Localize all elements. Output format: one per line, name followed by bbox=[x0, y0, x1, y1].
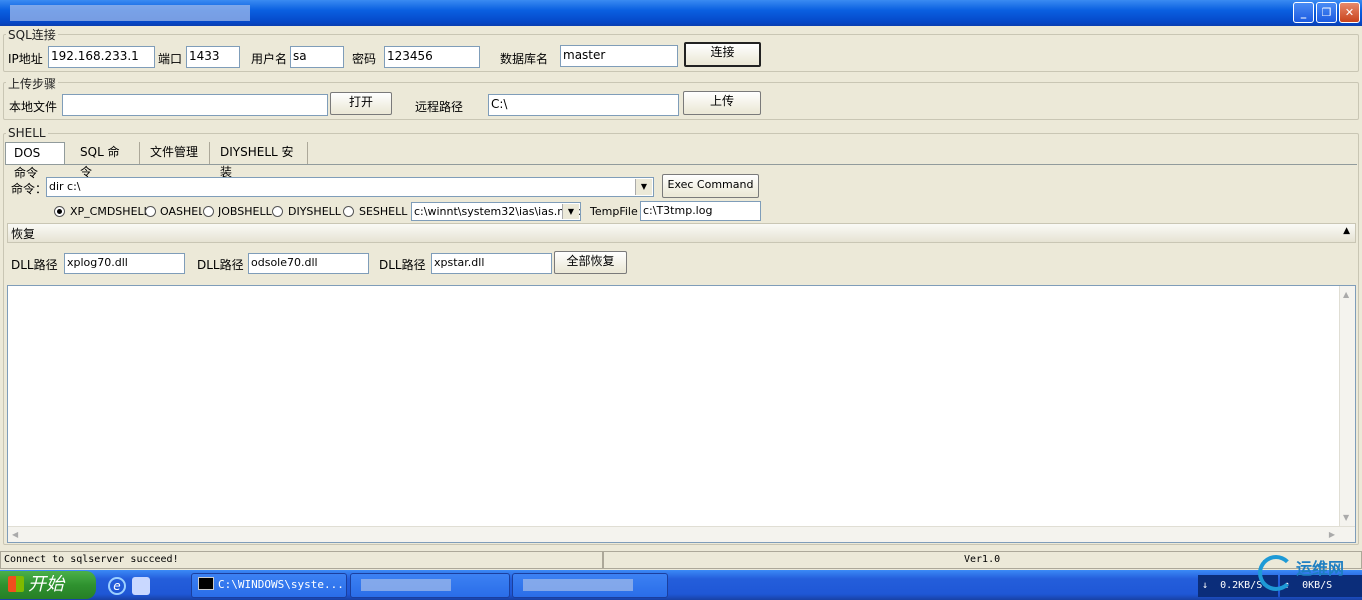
watermark-logo-icon bbox=[1258, 555, 1294, 591]
restore-all-button[interactable]: 全部恢复 bbox=[554, 251, 627, 274]
tab-dos-command[interactable]: DOS 命令 bbox=[5, 142, 65, 180]
close-button[interactable]: ✕ bbox=[1339, 2, 1360, 23]
taskbar-window-2[interactable] bbox=[350, 573, 510, 598]
radio-seshell-label: SESHELL bbox=[359, 205, 408, 218]
dll-path-label-3: DLL路径 bbox=[379, 258, 426, 272]
title-bar: _ ❐ ✕ bbox=[0, 0, 1362, 26]
database-label: 数据库名 bbox=[500, 52, 549, 66]
radio-xp-cmdshell-label: XP_CMDSHELL bbox=[70, 205, 150, 218]
command-label: 命令： bbox=[11, 182, 48, 196]
radio-xp-cmdshell[interactable] bbox=[54, 206, 65, 217]
start-label: 开始 bbox=[28, 574, 64, 595]
tab-divider bbox=[5, 164, 1357, 165]
command-combobox[interactable]: dir c:\ ▼ bbox=[46, 177, 654, 197]
horizontal-scrollbar[interactable]: ◀ ▶ bbox=[8, 526, 1355, 542]
port-label: 端口 bbox=[158, 52, 183, 66]
open-button[interactable]: 打开 bbox=[330, 92, 392, 115]
dll-path-input-1[interactable]: xplog70.dll bbox=[64, 253, 185, 274]
mdb-path-value: c:\winnt\system32\ias\ias.mdb bbox=[414, 205, 581, 218]
tempfile-label: TempFile bbox=[590, 205, 638, 218]
ip-label: IP地址 bbox=[8, 52, 43, 66]
upload-speed-value: 0KB/S bbox=[1302, 580, 1333, 591]
output-textarea[interactable]: ▲ ▼ ◀ ▶ bbox=[7, 285, 1356, 543]
taskbar-window-3[interactable] bbox=[512, 573, 668, 598]
radio-jobshell-label: JOBSHELL bbox=[218, 205, 272, 218]
upload-button[interactable]: 上传 bbox=[683, 91, 761, 115]
radio-seshell[interactable] bbox=[343, 206, 354, 217]
scroll-left-icon[interactable]: ◀ bbox=[12, 530, 18, 539]
exec-command-button[interactable]: Exec Command bbox=[662, 174, 759, 198]
dll-path-input-3[interactable]: xpstar.dll bbox=[431, 253, 552, 274]
radio-oashell-label: OASHELL bbox=[160, 205, 202, 218]
restore-header[interactable]: 恢复 ▲ bbox=[7, 223, 1356, 243]
collapse-arrow-icon[interactable]: ▲ bbox=[1343, 226, 1350, 236]
chevron-down-icon[interactable]: ▼ bbox=[562, 204, 579, 219]
shell-title: SHELL bbox=[6, 126, 48, 140]
scroll-right-icon[interactable]: ▶ bbox=[1329, 530, 1335, 539]
connect-button[interactable]: 连接 bbox=[684, 42, 761, 67]
password-input[interactable]: 123456 bbox=[384, 46, 480, 68]
vertical-scrollbar[interactable]: ▲ ▼ bbox=[1339, 286, 1355, 526]
maximize-button[interactable]: ❐ bbox=[1316, 2, 1337, 23]
radio-diyshell-label: DIYSHELL bbox=[288, 205, 341, 218]
mdb-path-select[interactable]: c:\winnt\system32\ias\ias.mdb ▼ bbox=[411, 202, 581, 221]
password-label: 密码 bbox=[352, 52, 377, 66]
status-version: Ver1.0 bbox=[603, 551, 1362, 569]
windows-logo-icon bbox=[8, 576, 24, 592]
radio-oashell[interactable] bbox=[145, 206, 156, 217]
internet-explorer-icon[interactable]: e bbox=[108, 577, 126, 595]
minimize-button[interactable]: _ bbox=[1293, 2, 1314, 23]
scroll-down-icon[interactable]: ▼ bbox=[1343, 513, 1349, 522]
command-value: dir c:\ bbox=[49, 180, 81, 193]
start-button[interactable]: 开始 bbox=[0, 571, 96, 599]
download-arrow-icon: ↓ bbox=[1202, 580, 1209, 591]
quick-launch-icon[interactable] bbox=[132, 577, 150, 595]
port-input[interactable]: 1433 bbox=[186, 46, 240, 68]
tab-file-manager[interactable]: 文件管理 bbox=[142, 142, 210, 164]
ip-input[interactable]: 192.168.233.1 bbox=[48, 46, 155, 68]
dll-path-input-2[interactable]: odsole70.dll bbox=[248, 253, 369, 274]
tab-sql-command[interactable]: SQL 命令 bbox=[72, 142, 140, 179]
local-file-label: 本地文件 bbox=[9, 100, 58, 114]
scroll-up-icon[interactable]: ▲ bbox=[1343, 290, 1349, 299]
restore-title: 恢复 bbox=[11, 227, 36, 241]
username-label: 用户名 bbox=[251, 52, 288, 66]
taskbar-window-cmd[interactable]: C:\WINDOWS\syste... bbox=[191, 573, 347, 598]
dll-path-label-2: DLL路径 bbox=[197, 258, 244, 272]
database-input[interactable]: master bbox=[560, 45, 678, 67]
tempfile-input[interactable]: c:\T3tmp.log bbox=[640, 201, 761, 221]
taskbar-window-label: C:\WINDOWS\syste... bbox=[218, 578, 344, 591]
chevron-down-icon[interactable]: ▼ bbox=[635, 179, 652, 195]
local-file-input[interactable] bbox=[62, 94, 328, 116]
console-icon bbox=[198, 577, 214, 590]
radio-jobshell[interactable] bbox=[203, 206, 214, 217]
dll-path-label-1: DLL路径 bbox=[11, 258, 58, 272]
sql-connection-title: SQL连接 bbox=[6, 26, 58, 43]
radio-diyshell[interactable] bbox=[272, 206, 283, 217]
remote-path-input[interactable]: C:\ bbox=[488, 94, 679, 116]
username-input[interactable]: sa bbox=[290, 46, 344, 68]
upload-title: 上传步骤 bbox=[6, 75, 59, 92]
blurred-title bbox=[10, 5, 250, 21]
watermark-text: 运维网 bbox=[1296, 559, 1345, 578]
status-message: Connect to sqlserver succeed! bbox=[0, 551, 603, 569]
remote-path-label: 远程路径 bbox=[415, 100, 464, 114]
download-speed-value: 0.2KB/S bbox=[1220, 580, 1263, 591]
tab-diyshell-install[interactable]: DIYSHELL 安装 bbox=[212, 142, 308, 179]
